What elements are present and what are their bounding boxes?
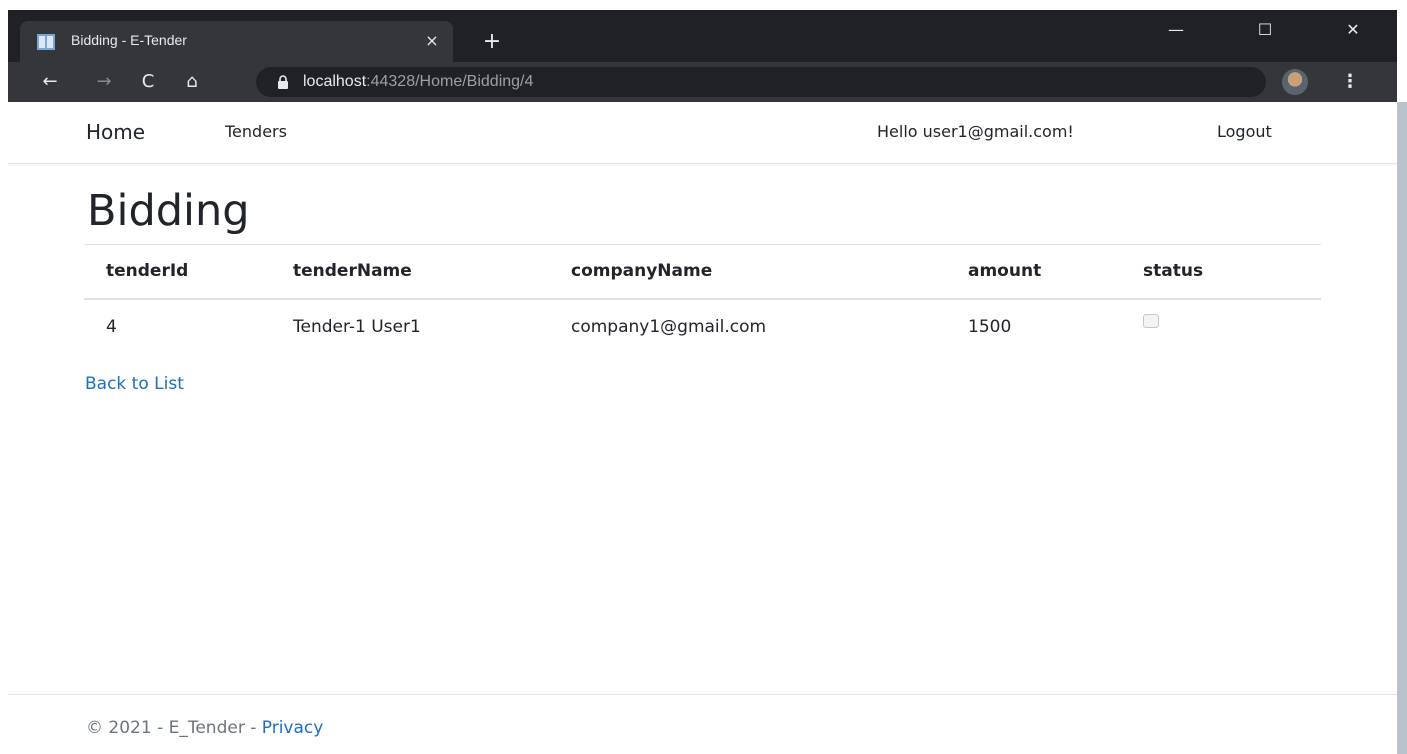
forward-arrow-icon[interactable]: → <box>90 68 118 96</box>
nav-user-greeting-link[interactable]: Hello user1@gmail.com! <box>877 122 1074 141</box>
nav-tenders-link[interactable]: Tenders <box>225 122 287 141</box>
browser-menu-icon[interactable]: ⋮ <box>1338 68 1362 96</box>
footer-copyright: © 2021 - E_Tender - <box>86 718 262 738</box>
cell-tender-name: Tender-1 User1 <box>293 317 421 337</box>
url-path: :44328/Home/Bidding/4 <box>366 73 534 90</box>
column-header: amount <box>946 244 1121 300</box>
privacy-link[interactable]: Privacy <box>262 718 324 738</box>
desktop-scroll-edge <box>1397 102 1407 754</box>
close-window-button[interactable]: ✕ <box>1330 14 1376 46</box>
new-tab-button[interactable]: + <box>478 30 506 58</box>
status-checkbox <box>1143 314 1159 328</box>
tab-title: Bidding - E-Tender <box>71 32 187 48</box>
home-icon[interactable]: ⌂ <box>178 68 206 96</box>
column-header: companyName <box>549 244 946 300</box>
column-header: status <box>1121 244 1321 300</box>
url-host: localhost <box>303 73 367 90</box>
bidding-table: tenderId tenderName companyName amount s… <box>84 244 1321 355</box>
page-favicon-icon <box>37 34 55 50</box>
web-page: Home Tenders Hello user1@gmail.com! Logo… <box>8 102 1397 754</box>
page-title: Bidding <box>87 186 250 236</box>
table-row: 4 Tender-1 User1 company1@gmail.com 1500 <box>84 299 1321 355</box>
column-header: tenderId <box>84 244 271 300</box>
url-text[interactable]: localhost:44328/Home/Bidding/4 <box>303 73 533 91</box>
browser-toolbar: ← → C ⌂ localhost:44328/Home/Bidding/4 ☆… <box>8 62 1397 102</box>
nav-logout-button[interactable]: Logout <box>1217 122 1272 141</box>
nav-home-link[interactable]: Home <box>86 120 145 144</box>
browser-window: Bidding - E-Tender × + — ☐ ✕ ← → C ⌂ loc… <box>8 10 1397 754</box>
desktop-edge <box>0 0 1407 10</box>
cell-company-name: company1@gmail.com <box>571 317 767 337</box>
footer-text: © 2021 - E_Tender - Privacy <box>86 718 323 738</box>
address-bar[interactable]: localhost:44328/Home/Bidding/4 ☆ <box>256 67 1266 97</box>
column-header: tenderName <box>271 244 549 300</box>
browser-tab[interactable]: Bidding - E-Tender × <box>20 21 453 62</box>
cell-tender-id: 4 <box>106 317 117 337</box>
minimize-window-button[interactable]: — <box>1153 14 1199 46</box>
tab-close-icon[interactable]: × <box>420 29 444 53</box>
lock-icon[interactable] <box>277 75 289 89</box>
reload-icon[interactable]: C <box>134 68 162 96</box>
cell-amount: 1500 <box>968 317 1012 337</box>
site-navbar: Home Tenders Hello user1@gmail.com! Logo… <box>8 102 1397 164</box>
table-header-row: tenderId tenderName companyName amount s… <box>84 244 1321 300</box>
page-footer: © 2021 - E_Tender - Privacy <box>8 694 1397 754</box>
back-arrow-icon[interactable]: ← <box>36 68 64 96</box>
maximize-window-button[interactable]: ☐ <box>1242 14 1288 46</box>
cell-status <box>1121 299 1321 355</box>
back-to-list-link[interactable]: Back to List <box>85 374 184 394</box>
profile-avatar[interactable] <box>1282 69 1308 95</box>
tab-strip: Bidding - E-Tender × + — ☐ ✕ <box>8 10 1397 62</box>
